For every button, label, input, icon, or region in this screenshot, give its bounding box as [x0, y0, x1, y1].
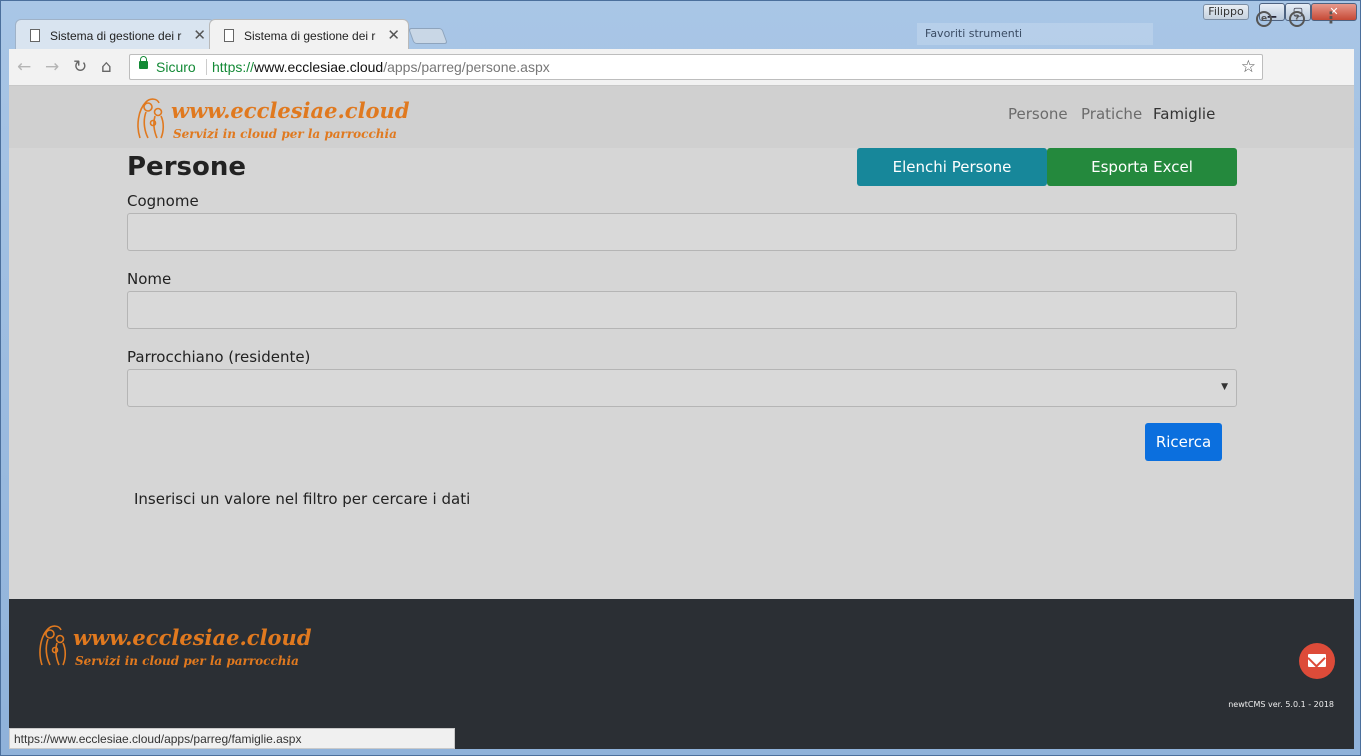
back-arrow-icon[interactable]: ← [17, 57, 31, 77]
site-footer: www.ecclesiae.cloud Servizi in cloud per… [9, 599, 1354, 749]
logo-emblem-icon [137, 98, 165, 139]
elenchi-persone-button[interactable]: Elenchi Persone [857, 148, 1047, 186]
page-icon [30, 29, 40, 42]
tab-title: Sistema di gestione dei r [50, 29, 182, 43]
lock-icon [139, 56, 148, 69]
empty-results-message: Inserisci un valore nel filtro per cerca… [134, 490, 471, 508]
page-icon [224, 29, 234, 42]
close-tab-icon[interactable]: ✕ [193, 26, 206, 44]
reload-icon[interactable]: ↻ [73, 57, 87, 77]
browser-menu-icon[interactable]: ⋮ [1323, 8, 1339, 27]
nav-persone[interactable]: Persone [1008, 105, 1068, 123]
close-tab-icon[interactable]: ✕ [387, 26, 400, 44]
logo-title: www.ecclesiae.cloud [171, 98, 410, 123]
address-bar[interactable]: Sicuro https://www.ecclesiae.cloud/apps/… [129, 54, 1263, 80]
parrocchiano-label: Parrocchiano (residente) [127, 348, 311, 366]
url-text: https://www.ecclesiae.cloud/apps/parreg/… [212, 59, 550, 75]
address-separator [206, 59, 207, 75]
site-navbar: www.ecclesiae.cloud Servizi in cloud per… [9, 86, 1354, 148]
nome-label: Nome [127, 270, 172, 288]
extension-icon[interactable]: ? [1289, 11, 1305, 27]
ricerca-button[interactable]: Ricerca [1145, 423, 1222, 461]
logo-emblem-icon [39, 625, 67, 666]
parrocchiano-select[interactable]: ▼ [127, 369, 1237, 407]
esporta-excel-button[interactable]: Esporta Excel [1047, 148, 1237, 186]
logo-title: www.ecclesiae.cloud [73, 625, 312, 650]
nav-pratiche[interactable]: Pratiche [1081, 105, 1142, 123]
bookmark-star-icon[interactable]: ☆ [1241, 57, 1256, 77]
cognome-label: Cognome [127, 192, 199, 210]
new-tab-button[interactable] [408, 28, 448, 44]
cognome-input[interactable] [127, 213, 1237, 251]
browser-toolbar: ← → ↻ ⌂ Sicuro https://www.ecclesiae.clo… [9, 49, 1354, 86]
page-viewport: www.ecclesiae.cloud Servizi in cloud per… [9, 86, 1354, 749]
user-badge[interactable]: Filippo [1203, 4, 1249, 20]
version-text: newtCMS ver. 5.0.1 - 2018 [1228, 700, 1334, 709]
logo-tagline: Servizi in cloud per la parrocchia [173, 127, 397, 141]
bookmarks-shortcut[interactable]: Favoriti strumenti [917, 23, 1153, 45]
tab-2-active[interactable]: Sistema di gestione dei r ✕ [209, 19, 409, 49]
chevron-down-icon: ▼ [1221, 382, 1228, 392]
extension-icon[interactable]: e [1256, 11, 1272, 27]
logo-tagline: Servizi in cloud per la parrocchia [75, 654, 299, 668]
forward-arrow-icon[interactable]: → [45, 57, 59, 77]
tab-1[interactable]: Sistema di gestione dei r ✕ [15, 19, 215, 49]
url-path: /apps/parreg/persone.aspx [383, 59, 550, 75]
nav-famiglie[interactable]: Famiglie [1153, 105, 1215, 123]
secure-label: Sicuro [156, 59, 196, 75]
url-host: www.ecclesiae.cloud [254, 59, 384, 75]
status-bar-link: https://www.ecclesiae.cloud/apps/parreg/… [9, 728, 455, 749]
page-title: Persone [127, 152, 246, 182]
nome-input[interactable] [127, 291, 1237, 329]
url-scheme: https:// [212, 59, 255, 75]
home-icon[interactable]: ⌂ [101, 57, 112, 77]
tab-title: Sistema di gestione dei r [244, 29, 376, 43]
browser-window: Filippo ▁ ▢ ✕ Favoriti strumenti Sistema… [0, 0, 1361, 756]
mail-icon[interactable] [1299, 643, 1335, 679]
